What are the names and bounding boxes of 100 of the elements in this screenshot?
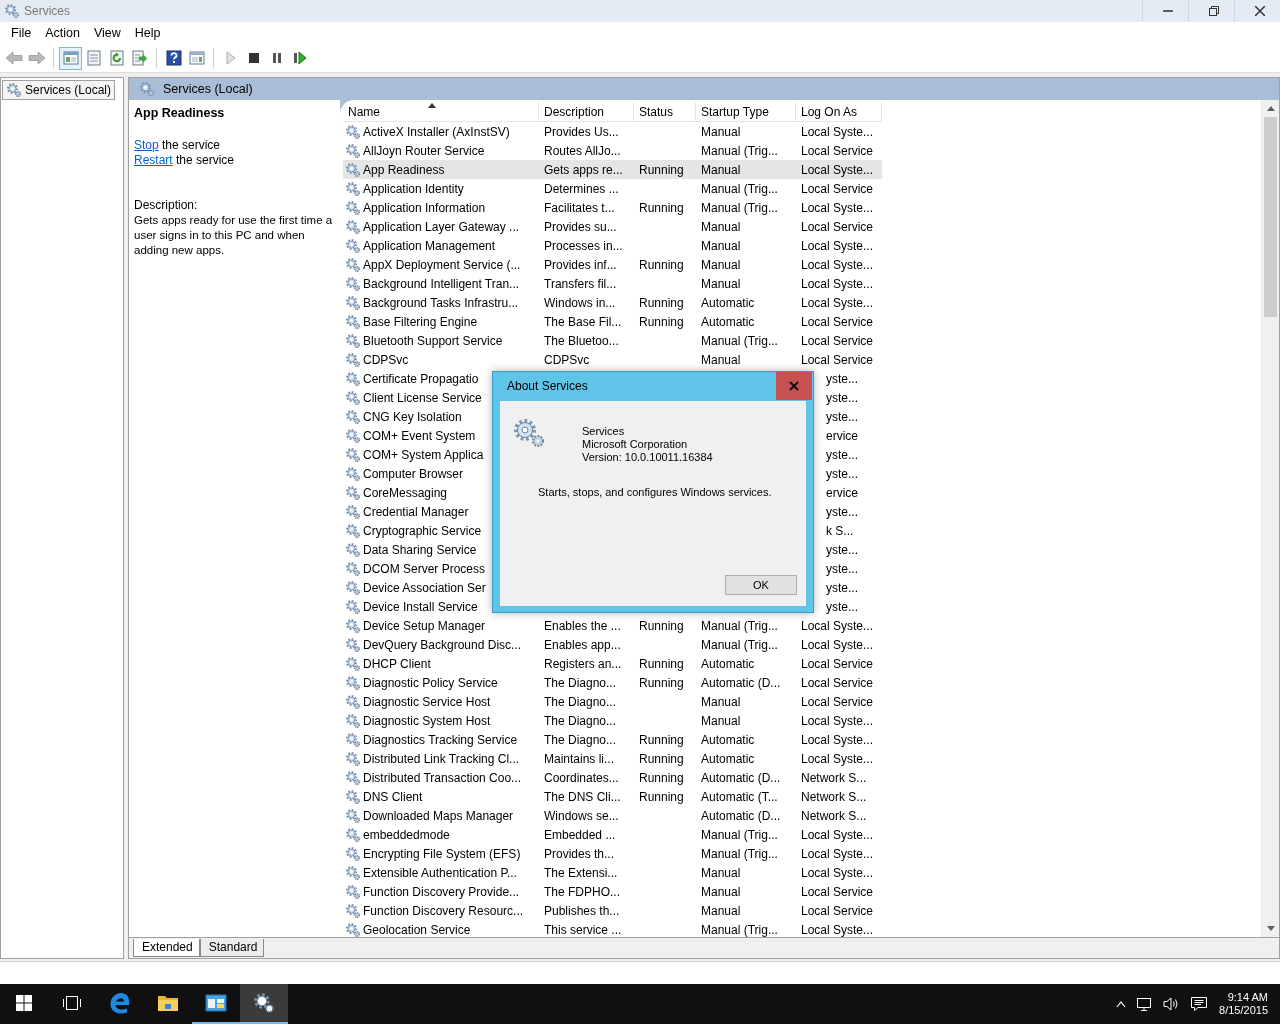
gear-icon bbox=[345, 769, 361, 786]
table-row[interactable]: App Readiness Gets apps re... Running Manual Local Syste... bbox=[343, 160, 882, 179]
table-row[interactable]: Diagnostic System Host The Diagno... Manual Local Syste... bbox=[343, 711, 882, 730]
clock-date: 8/15/2015 bbox=[1219, 1004, 1268, 1017]
dialog-title: About Services bbox=[507, 379, 589, 393]
table-row[interactable]: DNS Client The DNS Cli... Running Automatic (T... Network S... bbox=[343, 787, 882, 806]
menu-item[interactable]: File bbox=[4, 23, 39, 43]
play-icon bbox=[224, 51, 237, 65]
table-cell: Manual bbox=[701, 257, 741, 272]
service-name[interactable]: COM+ System Applica bbox=[363, 447, 484, 462]
service-name[interactable]: CNG Key Isolation bbox=[363, 409, 462, 424]
service-name[interactable]: Computer Browser bbox=[363, 466, 464, 481]
table-row[interactable]: Diagnostics Tracking Service The Diagno... Running Automatic Local Syste... bbox=[343, 730, 882, 749]
service-name[interactable]: Certificate Propagatio bbox=[363, 371, 479, 386]
table-cell: Running bbox=[639, 295, 684, 310]
service-action-link[interactable]: Restart bbox=[134, 153, 173, 167]
service-name[interactable]: Data Sharing Service bbox=[363, 542, 477, 557]
show-hide-tree-button[interactable] bbox=[59, 46, 82, 70]
view-tab[interactable]: Standard bbox=[199, 939, 265, 957]
action-text: Restart the service bbox=[134, 153, 236, 168]
table-cell: Local Syste... bbox=[801, 922, 874, 937]
table-row[interactable]: Application Layer Gateway ... Provides su... Manual Local Service bbox=[343, 217, 882, 236]
table-cell: Registers an... bbox=[544, 656, 622, 671]
menu-item[interactable]: Action bbox=[38, 23, 87, 43]
table-row[interactable]: Bluetooth Support Service The Bluetoo... Manual (Trig... Local Service bbox=[343, 331, 882, 350]
table-row[interactable]: Background Tasks Infrastru... Windows in... Running Automatic Local Syste... bbox=[343, 293, 882, 312]
table-row[interactable]: Geolocation Service This service ... Manual (Trig... Local Syste... bbox=[343, 920, 882, 937]
table-cell: Manual bbox=[701, 276, 741, 291]
gear-icon bbox=[345, 446, 361, 463]
service-name: Function Discovery Provide... bbox=[363, 884, 520, 899]
column-header[interactable]: Status bbox=[634, 102, 696, 121]
service-action-link[interactable]: Stop bbox=[134, 138, 159, 152]
table-row[interactable]: Diagnostic Policy Service The Diagno... Running Automatic (D... Local Service bbox=[343, 673, 882, 692]
clock[interactable]: 9:14 AM 8/15/2015 bbox=[1213, 984, 1280, 1024]
table-cell: yste... bbox=[826, 447, 858, 462]
scrollbar-thumb[interactable] bbox=[1264, 117, 1277, 317]
menu-item[interactable]: View bbox=[86, 23, 128, 43]
table-row[interactable]: Encrypting File System (EFS) Provides th... Manual (Trig... Local Syste... bbox=[343, 844, 882, 863]
gears-icon bbox=[512, 417, 546, 449]
description-text: Gets apps ready for use the first time a user signs in to this PC and when adding new apps. bbox=[134, 213, 334, 258]
service-name: Function Discovery Resourc... bbox=[363, 903, 524, 918]
service-name[interactable]: Cryptographic Service bbox=[363, 523, 482, 538]
table-cell: Automatic bbox=[701, 751, 755, 766]
ok-button[interactable]: OK bbox=[725, 575, 797, 595]
table-row[interactable]: Application Management Processes in... Manual Local Syste... bbox=[343, 236, 882, 255]
table-cell: Manual (Trig... bbox=[701, 827, 778, 842]
table-row[interactable]: Distributed Transaction Coo... Coordinates... Running Automatic (D... Network S... bbox=[343, 768, 882, 787]
table-cell: ervice bbox=[826, 428, 858, 443]
service-name[interactable]: Client License Service bbox=[363, 390, 482, 405]
gear-icon bbox=[345, 465, 361, 482]
table-row[interactable]: Distributed Link Tracking Cl... Maintains li... Running Automatic Local Syste... bbox=[343, 749, 882, 768]
column-header[interactable]: Name bbox=[343, 102, 539, 121]
service-name: Diagnostics Tracking Service bbox=[363, 732, 518, 747]
service-name: AppX Deployment Service (... bbox=[363, 257, 521, 272]
services-app-button[interactable] bbox=[240, 984, 288, 1024]
service-name: Diagnostic Service Host bbox=[363, 694, 491, 709]
table-row[interactable]: Device Setup Manager Enables the ... Running Manual (Trig... Local Syste... bbox=[343, 616, 882, 635]
table-row[interactable]: ActiveX Installer (AxInstSV) Provides Us... Manual Local Syste... bbox=[343, 122, 882, 141]
table-row[interactable]: Downloaded Maps Manager Windows se... Automatic (D... Network S... bbox=[343, 806, 882, 825]
table-row[interactable]: CDPSvc CDPSvc Manual Local Service bbox=[343, 350, 882, 369]
table-row[interactable]: embeddedmode Embedded ... Manual (Trig... Local Syste... bbox=[343, 825, 882, 844]
gear-icon bbox=[345, 427, 361, 444]
table-row[interactable]: Diagnostic Service Host The Diagno... Manual Local Service bbox=[343, 692, 882, 711]
column-header[interactable]: Log On As bbox=[796, 102, 882, 121]
folder-icon bbox=[157, 993, 179, 1013]
table-row[interactable]: DevQuery Background Disc... Enables app... Manual (Trig... Local Syste... bbox=[343, 635, 882, 654]
table-row[interactable]: Extensible Authentication P... The Extensi... Manual Local Syste... bbox=[343, 863, 882, 882]
table-row[interactable]: Background Intelligent Tran... Transfers fil... Manual Local Syste... bbox=[343, 274, 882, 293]
table-row[interactable]: Base Filtering Engine The Base Fil... Running Automatic Local Service bbox=[343, 312, 882, 331]
column-header[interactable]: Description bbox=[539, 102, 634, 121]
action-text: Stop the service bbox=[134, 138, 222, 153]
table-cell: Provides th... bbox=[544, 846, 615, 861]
table-row[interactable]: DHCP Client Registers an... Running Automatic Local Service bbox=[343, 654, 882, 673]
table-row[interactable]: Application Information Facilitates t... Running Manual (Trig... Local Syste... bbox=[343, 198, 882, 217]
menu-item[interactable]: Help bbox=[127, 23, 168, 43]
service-name[interactable]: CoreMessaging bbox=[363, 485, 448, 500]
service-name[interactable]: COM+ Event System bbox=[363, 428, 476, 443]
table-row[interactable]: Function Discovery Resourc... Publishes th... Manual Local Service bbox=[343, 901, 882, 920]
tree-item[interactable]: Services (Local) bbox=[2, 80, 116, 100]
table-row[interactable]: Function Discovery Provide... The FDPHO... Manual Local Service bbox=[343, 882, 882, 901]
close-button[interactable] bbox=[776, 372, 812, 400]
table-cell: Local Service bbox=[801, 333, 874, 348]
column-header[interactable]: Startup Type bbox=[696, 102, 796, 121]
table-row[interactable]: AppX Deployment Service (... Provides inf... Running Manual Local Syste... bbox=[343, 255, 882, 274]
table-cell: Manual bbox=[701, 162, 741, 177]
service-name: AllJoyn Router Service bbox=[363, 143, 485, 158]
gear-icon bbox=[6, 82, 22, 98]
gear-icon bbox=[345, 636, 361, 653]
service-name[interactable]: Device Association Ser bbox=[363, 580, 486, 595]
table-row[interactable]: AllJoyn Router Service Routes AllJo... Manual (Trig... Local Service bbox=[343, 141, 882, 160]
gear-icon bbox=[345, 294, 361, 311]
service-name: Application Information bbox=[363, 200, 486, 215]
service-name[interactable]: DCOM Server Process bbox=[363, 561, 486, 576]
export-icon bbox=[131, 50, 148, 66]
table-cell: Maintains li... bbox=[544, 751, 615, 766]
view-tab[interactable]: Extended bbox=[133, 939, 200, 957]
table-cell: Running bbox=[639, 314, 684, 329]
service-name[interactable]: Credential Manager bbox=[363, 504, 469, 519]
table-row[interactable]: Application Identity Determines ... Manual (Trig... Local Service bbox=[343, 179, 882, 198]
service-name[interactable]: Device Install Service bbox=[363, 599, 478, 614]
